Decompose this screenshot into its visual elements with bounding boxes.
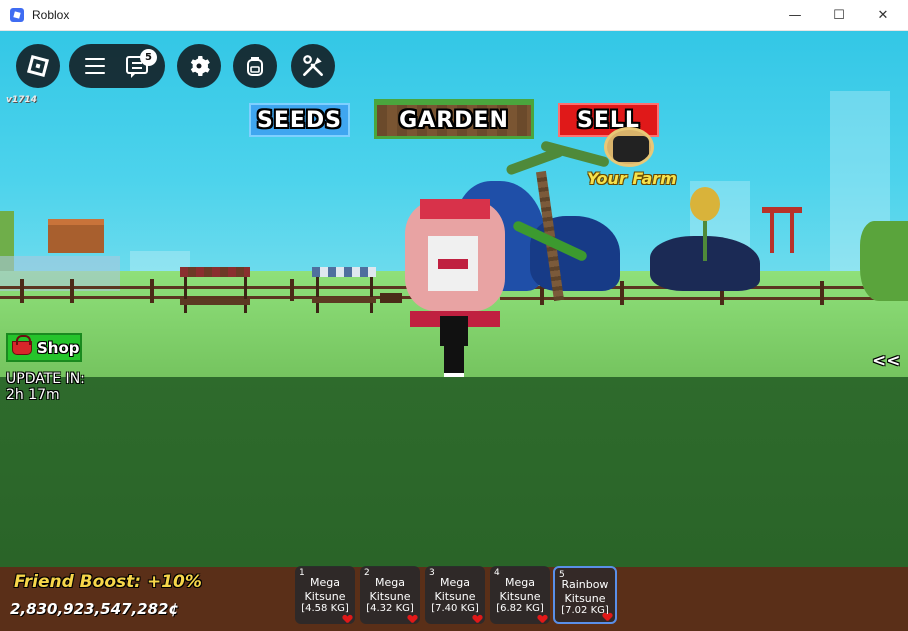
update-countdown: 2h 17m bbox=[6, 387, 60, 403]
backpack-button[interactable] bbox=[233, 44, 277, 88]
chat-notification-badge: 5 bbox=[140, 49, 157, 66]
heart-icon bbox=[343, 615, 352, 623]
heart-icon bbox=[603, 613, 612, 621]
bush bbox=[860, 221, 908, 301]
stall-counter bbox=[180, 299, 250, 305]
hotbar-slot-weight: [4.58 KG] bbox=[301, 603, 349, 614]
hotbar-slot[interactable]: 3 Mega Kitsune [7.40 KG] bbox=[425, 566, 485, 624]
stall-roof bbox=[180, 267, 250, 277]
torii-gate bbox=[770, 213, 774, 253]
hotbar-slot[interactable]: 2 Mega Kitsune [4.32 KG] bbox=[360, 566, 420, 624]
house bbox=[48, 219, 104, 253]
hotbar-slot[interactable]: 1 Mega Kitsune [4.58 KG] bbox=[295, 566, 355, 624]
maximize-button[interactable]: ☐ bbox=[816, 0, 862, 31]
hotbar-slot-weight: [7.40 KG] bbox=[431, 603, 479, 614]
torii-gate bbox=[790, 213, 794, 253]
torii-gate bbox=[762, 207, 802, 213]
hotbar-slot-name: Mega Kitsune bbox=[369, 576, 411, 603]
hotbar-slot-weight: [6.82 KG] bbox=[496, 603, 544, 614]
hotbar-slot-name: Mega Kitsune bbox=[434, 576, 476, 603]
fence-post bbox=[150, 279, 154, 303]
shop-button[interactable]: Shop bbox=[6, 333, 82, 362]
fence-post bbox=[290, 279, 294, 301]
hotbar-slot-name: Mega Kitsune bbox=[304, 576, 346, 603]
seeds-button[interactable]: SEEDS bbox=[249, 103, 350, 137]
close-button[interactable]: ✕ bbox=[860, 0, 906, 31]
basket-icon bbox=[12, 334, 32, 355]
friend-boost-label: Friend Boost: +10% bbox=[14, 572, 202, 592]
version-label: v1714 bbox=[6, 95, 37, 105]
stall-leg bbox=[370, 277, 373, 313]
fence-post bbox=[820, 281, 824, 305]
hotbar-slot[interactable]: 4 Mega Kitsune [6.82 KG] bbox=[490, 566, 550, 624]
hotbar-slot-selected[interactable]: 5 Rainbow Kitsune [7.02 KG] bbox=[553, 566, 617, 624]
stall-roof bbox=[312, 267, 376, 277]
roblox-app-icon bbox=[10, 8, 24, 22]
gear-icon bbox=[190, 56, 210, 76]
window-titlebar: Roblox — ☐ ✕ bbox=[0, 0, 908, 31]
sign bbox=[380, 293, 402, 303]
garden-button[interactable]: GARDEN bbox=[374, 99, 534, 139]
stall-counter bbox=[312, 297, 376, 303]
hotbar-slot-name: Rainbow Kitsune bbox=[561, 578, 609, 605]
your-farm-label: Your Farm bbox=[587, 169, 677, 188]
backpack-icon bbox=[247, 57, 263, 76]
heart-icon bbox=[408, 615, 417, 623]
update-label: UPDATE IN: bbox=[6, 371, 85, 387]
tools-icon bbox=[303, 55, 323, 76]
roblox-menu-button[interactable] bbox=[16, 44, 60, 88]
side-panel-toggle[interactable]: << bbox=[872, 351, 901, 371]
window-title: Roblox bbox=[32, 8, 70, 22]
roblox-logo-icon bbox=[26, 54, 50, 78]
stall-leg bbox=[184, 277, 187, 313]
heart-icon bbox=[538, 615, 547, 623]
fence-post bbox=[20, 279, 24, 303]
game-viewport[interactable]: 5 v1714 SEEDS GARDEN SELL Your Farm Shop… bbox=[0, 31, 908, 631]
stall-leg bbox=[244, 277, 247, 313]
player-avatar bbox=[440, 316, 468, 346]
stall-leg bbox=[316, 277, 319, 313]
near-grass bbox=[0, 377, 908, 567]
settings-button[interactable] bbox=[177, 44, 221, 88]
hotbar-slot-name: Mega Kitsune bbox=[499, 576, 541, 603]
money-counter: 2,830,923,547,282¢ bbox=[10, 600, 179, 618]
hotbar-slot-weight: [4.32 KG] bbox=[366, 603, 414, 614]
hamburger-menu-icon[interactable] bbox=[85, 58, 105, 74]
monkey-pet bbox=[420, 199, 490, 219]
player-avatar-legs bbox=[444, 345, 464, 377]
heart-icon bbox=[473, 615, 482, 623]
farm-owner-avatar bbox=[604, 127, 654, 167]
fence-post bbox=[70, 279, 74, 303]
fence bbox=[0, 286, 420, 289]
monkey-mouth bbox=[438, 259, 468, 269]
sunflower-stem bbox=[703, 221, 707, 261]
menu-chat-pill: 5 bbox=[69, 44, 165, 88]
sunflower bbox=[690, 187, 720, 221]
minimize-button[interactable]: — bbox=[772, 0, 818, 31]
tools-button[interactable] bbox=[291, 44, 335, 88]
fence-post bbox=[620, 281, 624, 305]
shop-button-label: Shop bbox=[37, 338, 80, 357]
